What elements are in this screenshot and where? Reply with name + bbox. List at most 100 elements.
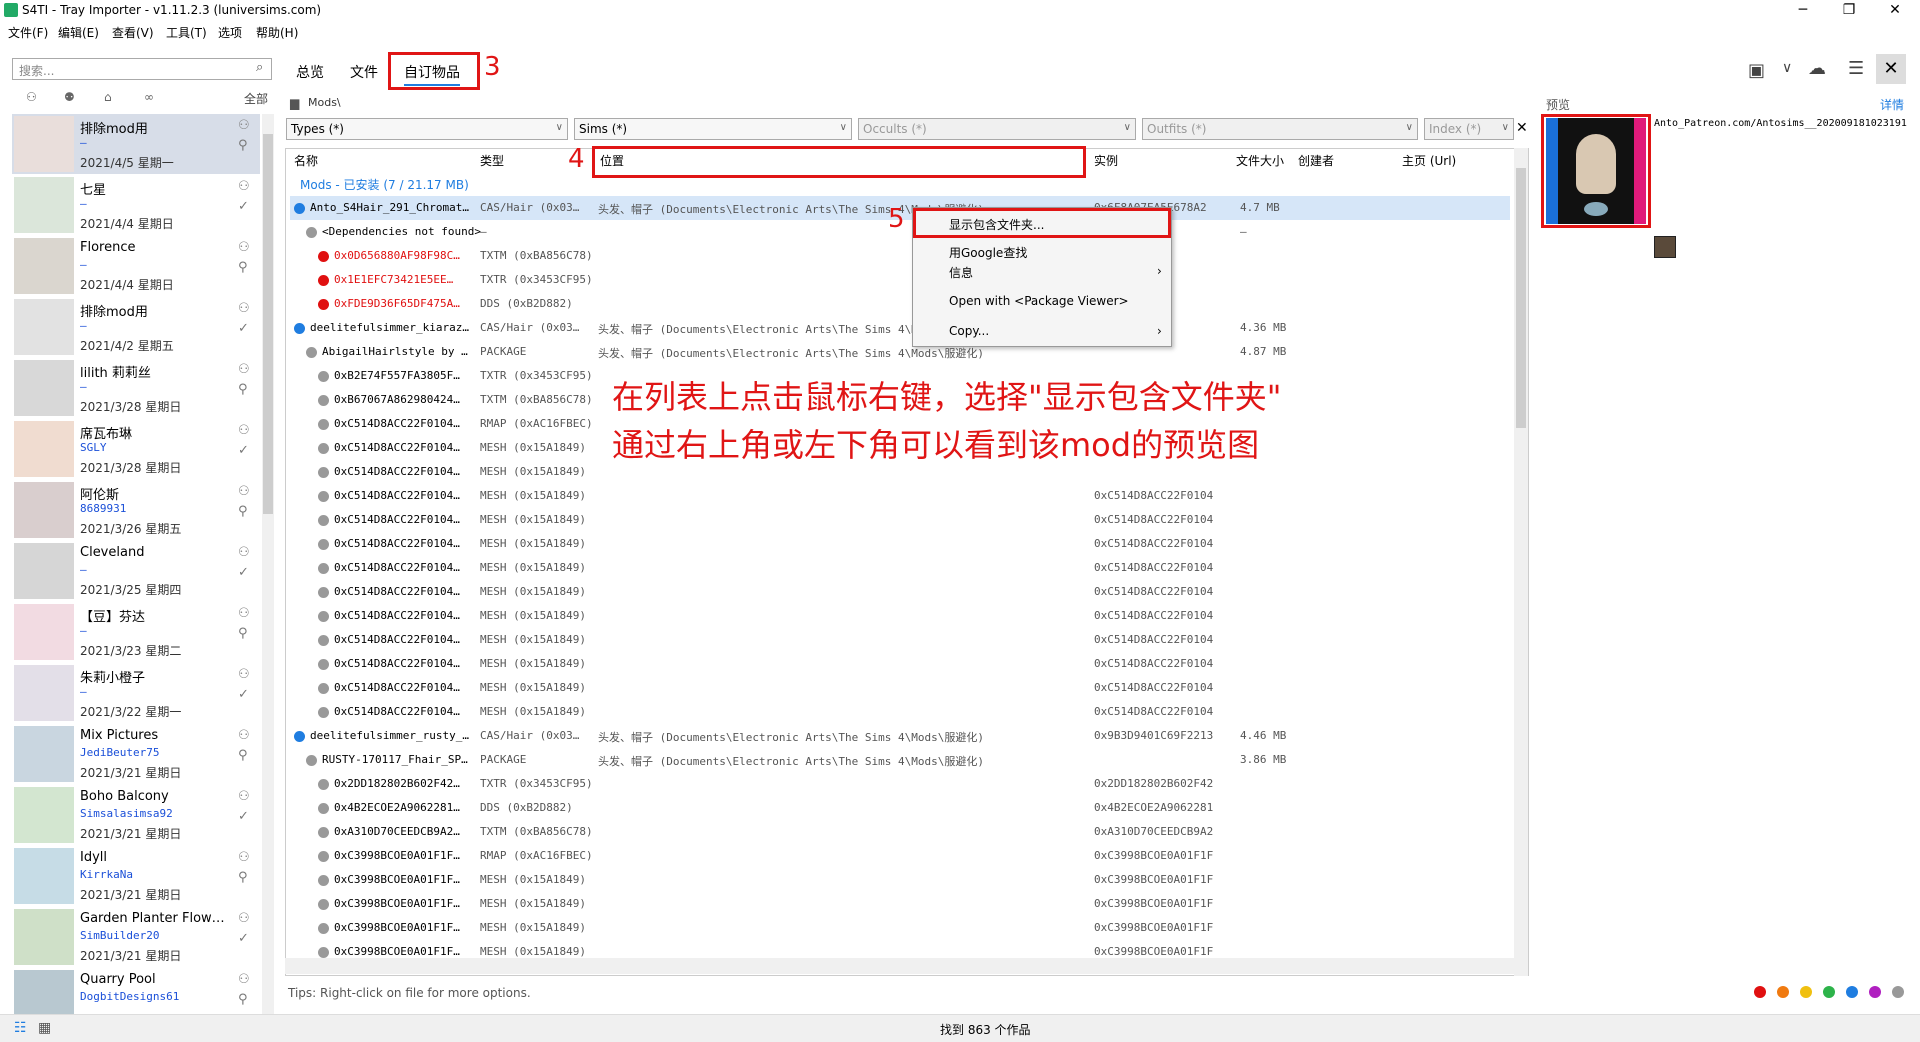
column-url[interactable]: 主页 (Url): [1402, 152, 1456, 169]
menu-options[interactable]: 选项: [218, 24, 242, 41]
table-row[interactable]: 0xC514D8ACC22F0104… MESH (0x15A1849) 0xC51…: [290, 676, 1510, 700]
tips-text: Tips: Right-click on file for more optio…: [288, 986, 531, 1000]
color-filter-dot[interactable]: [1777, 986, 1789, 998]
column-type[interactable]: 类型: [480, 152, 504, 169]
minimize-icon[interactable]: ─: [1780, 0, 1826, 22]
color-filter-dot[interactable]: [1869, 986, 1881, 998]
menu-item-copy[interactable]: Copy...: [949, 324, 989, 338]
menu-file[interactable]: 文件(F): [8, 24, 48, 41]
group-header[interactable]: Mods - 已安装 (7 / 21.17 MB): [300, 176, 469, 193]
status-dot-icon: [318, 802, 329, 814]
table-row[interactable]: 0xA310D70CEEDCB9A2… TXTM (0xBA856C78) 0xA3…: [290, 820, 1510, 844]
lot-item[interactable]: 席瓦布琳 SGLY 2021/3/28 星期日 ⚇ ✓: [12, 419, 260, 479]
sims-filter[interactable]: Sims (*) ∨: [574, 118, 852, 140]
menu-item-info[interactable]: 信息: [949, 264, 973, 281]
tab-overview[interactable]: 总览: [296, 58, 324, 88]
color-filter-dot[interactable]: [1892, 986, 1904, 998]
table-row[interactable]: 0xC514D8ACC22F0104… MESH (0x15A1849) 0xC51…: [290, 532, 1510, 556]
lot-item[interactable]: Florence — 2021/4/4 星期日 ⚇ ⚲: [12, 236, 260, 296]
close-panel-icon[interactable]: ✕: [1876, 54, 1906, 84]
table-row[interactable]: 0xC514D8ACC22F0104… MESH (0x15A1849) 0xC51…: [290, 604, 1510, 628]
lot-item[interactable]: Garden Planter Flow… SimBuilder20 2021/3/2…: [12, 907, 260, 967]
lot-item[interactable]: 阿伦斯 8689931 2021/3/26 星期五 ⚇ ⚲: [12, 480, 260, 540]
status-dot-icon: [306, 346, 317, 358]
cloud-download-icon[interactable]: ☁: [1808, 58, 1826, 79]
chevron-right-icon: ›: [1157, 264, 1162, 278]
tab-custom-content[interactable]: 自订物品: [404, 58, 460, 86]
color-filter-dot[interactable]: [1754, 986, 1766, 998]
tab-files[interactable]: 文件: [350, 58, 378, 88]
row-instance: 0xC3998BCOE0A01F1F: [1094, 849, 1214, 862]
column-instance[interactable]: 实例: [1094, 152, 1118, 169]
rooms-filter-icon[interactable]: ∞: [144, 90, 154, 104]
menu-item-google[interactable]: 用Google查找: [949, 244, 1027, 261]
table-row[interactable]: 0xC3998BCOE0A01F1F… MESH (0x15A1849) 0xC39…: [290, 916, 1510, 940]
lot-item[interactable]: lilith 莉莉丝 — 2021/3/28 星期日 ⚇ ⚲: [12, 358, 260, 418]
table-row[interactable]: 0xC514D8ACC22F0104… MESH (0x15A1849) 0xC51…: [290, 556, 1510, 580]
color-filter-dot[interactable]: [1846, 986, 1858, 998]
lot-item[interactable]: 朱莉小橙子 — 2021/3/22 星期一 ⚇ ✓: [12, 663, 260, 723]
table-row[interactable]: 0xC514D8ACC22F0104… MESH (0x15A1849) 0xC51…: [290, 628, 1510, 652]
table-row[interactable]: 0x2DD182802B602F42… TXTR (0x3453CF95) 0x2D…: [290, 772, 1510, 796]
column-name[interactable]: 名称: [294, 152, 318, 169]
households-filter-icon[interactable]: ⚉: [64, 90, 75, 104]
search-icon[interactable]: ⌕: [256, 60, 263, 75]
list-scrollbar[interactable]: [1514, 148, 1528, 976]
table-row[interactable]: 0xC514D8ACC22F0104… MESH (0x15A1849) 0xC51…: [290, 508, 1510, 532]
table-row[interactable]: 0xC3998BCOE0A01F1F… RMAP (0xAC16FBEC) 0xC3…: [290, 844, 1510, 868]
table-row[interactable]: 0xC514D8ACC22F0104… MESH (0x15A1849) 0xC51…: [290, 652, 1510, 676]
chevron-down-icon[interactable]: ∨: [1782, 60, 1792, 76]
table-row[interactable]: 0x0D656880AF98F98C…TXTM (0xBA856C78)…F98…: [290, 244, 1510, 268]
preview-image[interactable]: [1546, 118, 1646, 224]
lot-item[interactable]: 七星 — 2021/4/4 星期日 ⚇ ✓: [12, 175, 260, 235]
table-row[interactable]: deelitefulsimmer_rusty_… CAS/Hair (0x03… 头…: [290, 724, 1510, 748]
lot-item[interactable]: Boho Balcony Simsalasimsa92 2021/3/21 星期日 ⚇…: [12, 785, 260, 845]
color-filter-dot[interactable]: [1800, 986, 1812, 998]
table-row[interactable]: deelitefulsimmer_kiaraz… CAS/Hair (0x03… 头…: [290, 316, 1510, 340]
column-size[interactable]: 文件大小: [1236, 152, 1284, 169]
column-location[interactable]: 位置: [600, 152, 624, 169]
column-creator[interactable]: 创建者: [1298, 152, 1334, 169]
list-view-icon[interactable]: ☷: [14, 1020, 27, 1036]
search-input[interactable]: 搜索...: [12, 58, 272, 80]
lot-item[interactable]: Mix Pictures JediBeuter75 2021/3/21 星期日 ⚇ ⚲: [12, 724, 260, 784]
menu-view[interactable]: 查看(V): [112, 24, 154, 41]
lots-filter-icon[interactable]: ⌂: [104, 90, 112, 104]
color-filter-dot[interactable]: [1823, 986, 1835, 998]
menu-edit[interactable]: 编辑(E): [58, 24, 99, 41]
table-row[interactable]: 0xC3998BCOE0A01F1F… MESH (0x15A1849) 0xC39…: [290, 868, 1510, 892]
menu-item-show-folder[interactable]: 显示包含文件夹...: [949, 216, 1044, 233]
lot-item[interactable]: 排除mod用 — 2021/4/2 星期五 ⚇ ✓: [12, 297, 260, 357]
table-row[interactable]: 0x1E1EFC73421E5EE…TXTR (0x3453CF95)…E5EE: [290, 268, 1510, 292]
left-scrollbar[interactable]: [262, 114, 274, 1014]
menu-item-open-with[interactable]: Open with <Package Viewer>: [949, 294, 1129, 308]
menu-tools[interactable]: 工具(T): [166, 24, 207, 41]
lot-item[interactable]: Cleveland — 2021/3/25 星期四 ⚇ ✓: [12, 541, 260, 601]
close-window-icon[interactable]: ✕: [1872, 0, 1918, 22]
grid-view-icon[interactable]: ▦: [38, 1020, 51, 1036]
lot-item[interactable]: 【豆】芬达 — 2021/3/23 星期二 ⚇ ⚲: [12, 602, 260, 662]
left-scrollbar-thumb[interactable]: [263, 134, 273, 514]
table-row[interactable]: 0xC3998BCOE0A01F1F… MESH (0x15A1849) 0xC39…: [290, 892, 1510, 916]
table-row[interactable]: 0xC514D8ACC22F0104… MESH (0x15A1849) 0xC51…: [290, 484, 1510, 508]
maximize-icon[interactable]: ❐: [1826, 0, 1872, 22]
save-icon[interactable]: ▣: [1748, 60, 1765, 81]
table-row[interactable]: 0xC514D8ACC22F0104… MESH (0x15A1849) 0xC51…: [290, 700, 1510, 724]
table-row[interactable]: 0xC514D8ACC22F0104… MESH (0x15A1849) 0xC51…: [290, 580, 1510, 604]
menu-icon[interactable]: ☰: [1848, 58, 1864, 79]
clear-filters-icon[interactable]: ✕: [1516, 120, 1528, 136]
all-filter[interactable]: 全部: [244, 90, 268, 107]
details-link[interactable]: 详情: [1880, 96, 1904, 113]
sims-filter-icon[interactable]: ⚇: [26, 90, 37, 104]
table-row[interactable]: AbigailHairlstyle by … PACKAGE 头发、帽子 (Docu…: [290, 340, 1510, 364]
menu-help[interactable]: 帮助(H): [256, 24, 298, 41]
horizontal-scrollbar[interactable]: [285, 958, 1515, 974]
table-row[interactable]: 0xFDE9D36F65DF475A…DDS (0xB2D882)…475A: [290, 292, 1510, 316]
table-row[interactable]: RUSTY-170117_Fhair_SP… PACKAGE 头发、帽子 (Docu…: [290, 748, 1510, 772]
list-scrollbar-thumb[interactable]: [1516, 168, 1526, 428]
lot-item[interactable]: Idyll KirrkaNa 2021/3/21 星期日 ⚇ ⚲: [12, 846, 260, 906]
types-filter[interactable]: Types (*) ∨: [286, 118, 568, 140]
table-row[interactable]: 0x4B2ECOE2A9062281… DDS (0xB2D882) 0x4B2EC…: [290, 796, 1510, 820]
lot-item[interactable]: 排除mod用 — 2021/4/5 星期一 ⚇ ⚲: [12, 114, 260, 174]
lot-thumbnail: [14, 177, 74, 233]
